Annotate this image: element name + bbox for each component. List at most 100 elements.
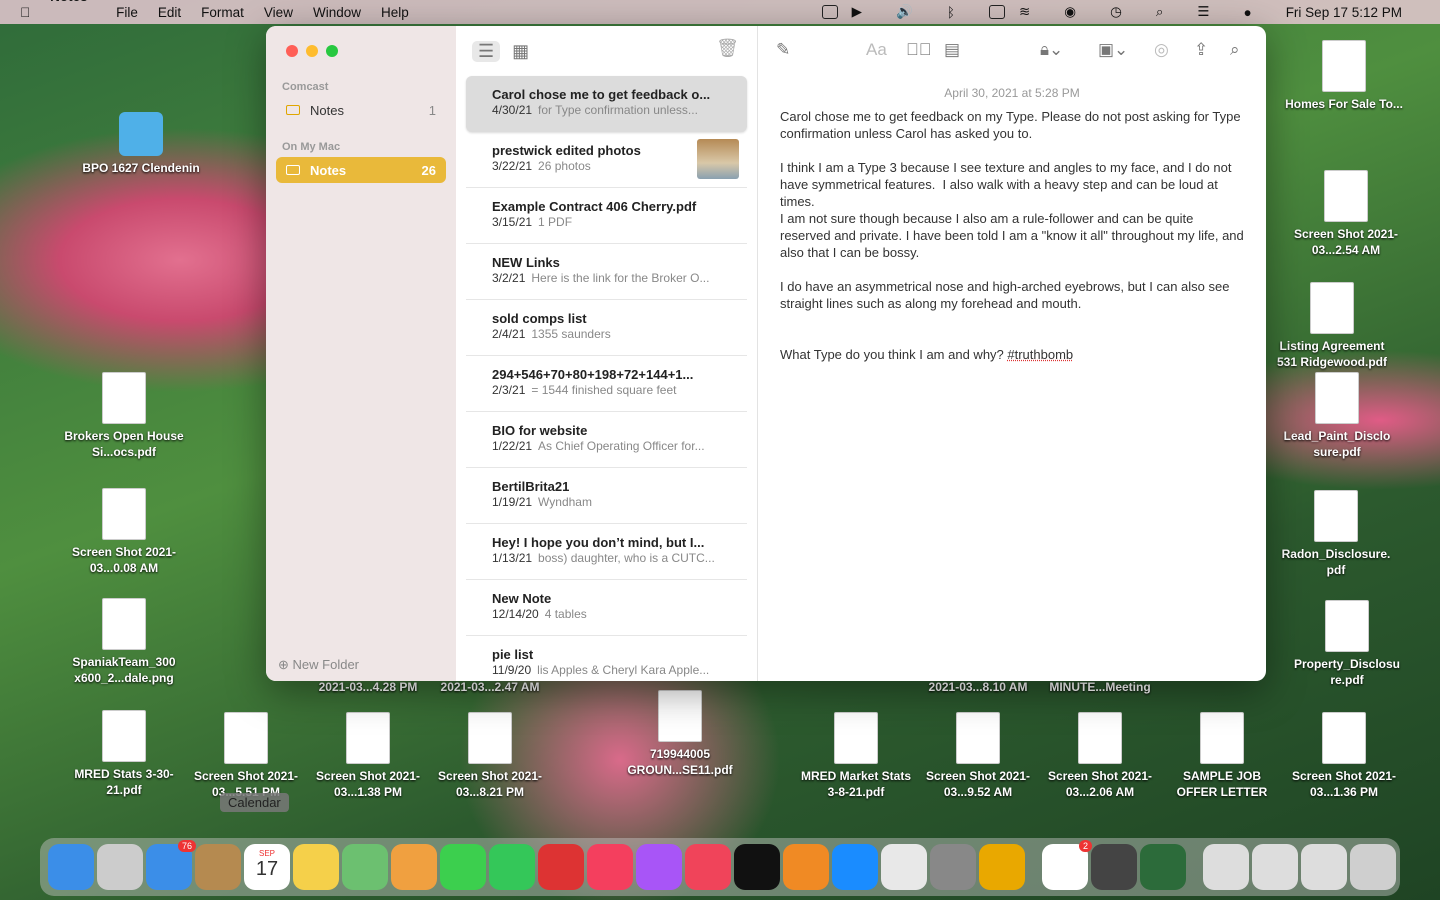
- desktop-file[interactable]: Screen Shot 2021-03...1.36 PM: [1284, 712, 1404, 800]
- maps-icon[interactable]: [342, 844, 388, 890]
- siri-icon[interactable]: ●: [1244, 5, 1252, 20]
- realtor-icon[interactable]: 2: [1042, 840, 1092, 890]
- messages-icon[interactable]: [440, 844, 486, 890]
- desktop-file[interactable]: 2021-03...4.28 PM: [308, 679, 428, 695]
- hashtag[interactable]: #truthbomb: [1007, 347, 1073, 362]
- new-folder-button[interactable]: ⊕ New Folder: [278, 657, 359, 673]
- time-machine-icon[interactable]: ◷: [1110, 4, 1122, 20]
- spotlight-icon[interactable]: ⌕: [1156, 4, 1164, 20]
- photos-icon[interactable]: [391, 844, 437, 890]
- finder-icon[interactable]: [48, 844, 94, 890]
- desktop-file[interactable]: 719944005 GROUN...SE11.pdf: [620, 690, 740, 778]
- note-list-item[interactable]: prestwick edited photos 3/22/21 26 photos: [466, 132, 747, 188]
- desktop-file[interactable]: Screen Shot 2021-03...1.38 PM: [308, 712, 428, 800]
- facetime-icon[interactable]: [489, 844, 535, 890]
- share-icon[interactable]: ⇪: [1194, 40, 1208, 60]
- media-icon[interactable]: ▣⌄: [1098, 40, 1128, 60]
- desktop-file[interactable]: MRED Stats 3-30-21.pdf: [64, 710, 184, 798]
- note-list-item[interactable]: New Note 12/14/20 4 tables: [466, 580, 747, 636]
- window2-icon[interactable]: [1252, 844, 1298, 890]
- calendar-icon[interactable]: SEP 17: [244, 844, 290, 890]
- table-icon[interactable]: ▤: [944, 40, 960, 60]
- collaborate-icon[interactable]: ◎: [1154, 40, 1169, 60]
- desktop-file[interactable]: BPO 1627 Clendenin: [81, 112, 201, 176]
- control-center-icon[interactable]: ☰: [1197, 4, 1209, 20]
- chrome-icon[interactable]: [881, 844, 927, 890]
- apple-menu-icon[interactable]: : [20, 5, 30, 20]
- launchpad-icon[interactable]: [97, 844, 143, 890]
- note-list-item[interactable]: sold comps list 2/4/21 1355 saunders: [466, 300, 747, 356]
- desktop-file[interactable]: Screen Shot 2021-03...2.54 AM: [1286, 170, 1406, 258]
- wifi-icon[interactable]: ≋: [1019, 4, 1030, 20]
- desktop-file[interactable]: MRED Market Stats 3-8-21.pdf: [796, 712, 916, 800]
- trash-icon[interactable]: [1350, 844, 1396, 890]
- desktop-file[interactable]: 2021-03...8.10 AM: [918, 679, 1038, 695]
- battery-icon[interactable]: [988, 5, 1005, 19]
- mail-icon[interactable]: 76: [146, 840, 196, 890]
- menu-view[interactable]: View: [264, 5, 293, 20]
- play-icon[interactable]: ▶: [852, 4, 862, 20]
- note-list-item[interactable]: Example Contract 406 Cherry.pdf 3/15/21 1 …: [466, 188, 747, 244]
- format-icon[interactable]: Aa: [866, 40, 887, 60]
- note-list-item[interactable]: BIO for website 1/22/21 As Chief Operating…: [466, 412, 747, 468]
- books-icon[interactable]: [783, 844, 829, 890]
- zoom-button[interactable]: [326, 45, 338, 57]
- photo-booth-icon[interactable]: [538, 844, 584, 890]
- desktop-file[interactable]: Screen Shot 2021-03...8.21 PM: [430, 712, 550, 800]
- desktop-file[interactable]: Radon_Disclosure. pdf: [1276, 490, 1396, 578]
- desktop-file[interactable]: Homes For Sale To...: [1284, 40, 1404, 112]
- activity-icon[interactable]: [1140, 844, 1186, 890]
- tv-icon[interactable]: [734, 844, 780, 890]
- menu-window[interactable]: Window: [313, 5, 361, 20]
- bluetooth-icon[interactable]: ᛒ: [947, 5, 955, 20]
- lock-icon[interactable]: 🔒︎⌄: [1040, 40, 1063, 60]
- note-list-item[interactable]: pie list 11/9/20 lis Apples & Cheryl Kara …: [466, 636, 747, 681]
- search-icon[interactable]: ⌕: [1230, 40, 1240, 60]
- clock[interactable]: Fri Sep 17 5:12 PM: [1286, 5, 1402, 20]
- note-list-item[interactable]: BertilBrita21 1/19/21 Wyndham: [466, 468, 747, 524]
- contacts-icon[interactable]: [195, 844, 241, 890]
- music-icon[interactable]: [587, 844, 633, 890]
- note-body[interactable]: Carol chose me to get feedback on my Typ…: [758, 100, 1266, 363]
- folder-comcast-notes[interactable]: Notes 1: [276, 97, 446, 123]
- desktop-file[interactable]: 2021-03...2.47 AM: [430, 679, 550, 695]
- desktop-file[interactable]: Screen Shot 2021-03...0.08 AM: [64, 488, 184, 576]
- desktop-file[interactable]: Brokers Open House Si...ocs.pdf: [64, 372, 184, 460]
- desktop-file[interactable]: SAMPLE JOB OFFER LETTER: [1162, 712, 1282, 800]
- menu-help[interactable]: Help: [381, 5, 409, 20]
- user-icon[interactable]: ◉: [1064, 4, 1076, 20]
- desktop-file[interactable]: Screen Shot 2021-03...5.51 PM: [186, 712, 306, 800]
- window1-icon[interactable]: [1203, 844, 1249, 890]
- app-store-icon[interactable]: [832, 844, 878, 890]
- podcasts-icon[interactable]: [636, 844, 682, 890]
- desktop-file[interactable]: Screen Shot 2021-03...9.52 AM: [918, 712, 1038, 800]
- menu-file[interactable]: File: [116, 5, 138, 20]
- desktop-file[interactable]: Lead_Paint_Disclo sure.pdf: [1277, 372, 1397, 460]
- desktop-file[interactable]: MINUTE...Meeting: [1040, 679, 1160, 695]
- gallery-view-icon[interactable]: ▦: [512, 41, 529, 62]
- menu-format[interactable]: Format: [201, 5, 244, 20]
- menu-edit[interactable]: Edit: [158, 5, 181, 20]
- compose-icon[interactable]: ✎: [776, 40, 790, 60]
- minimize-button[interactable]: [306, 45, 318, 57]
- desktop-file[interactable]: Screen Shot 2021-03...2.06 AM: [1040, 712, 1160, 800]
- checklist-icon[interactable]: ✓⃝: [906, 40, 932, 60]
- calculator-icon[interactable]: [1091, 844, 1137, 890]
- system-preferences-icon[interactable]: [930, 844, 976, 890]
- drive-status-icon[interactable]: [821, 5, 838, 19]
- trash-icon[interactable]: 🗑: [716, 38, 739, 59]
- window3-icon[interactable]: [1301, 844, 1347, 890]
- note-list-item[interactable]: Carol chose me to get feedback o... 4/30/…: [466, 76, 747, 132]
- desktop-file[interactable]: Property_Disclosu re.pdf: [1287, 600, 1407, 688]
- note-list-item[interactable]: Hey! I hope you don’t mind, but I... 1/13…: [466, 524, 747, 580]
- desktop-file[interactable]: SpaniakTeam_300 x600_2...dale.png: [64, 598, 184, 686]
- notes-icon[interactable]: [293, 844, 339, 890]
- folder-mac-notes[interactable]: Notes 26: [276, 157, 446, 183]
- note-list-item[interactable]: 294+546+70+80+198+72+144+1... 2/3/21 = 154…: [466, 356, 747, 412]
- news-icon[interactable]: [685, 844, 731, 890]
- volume-icon[interactable]: 🔊: [896, 4, 913, 20]
- stack-icon[interactable]: [979, 844, 1025, 890]
- close-button[interactable]: [286, 45, 298, 57]
- app-menu[interactable]: Notes: [50, 0, 96, 35]
- list-view-icon[interactable]: ☰: [472, 40, 501, 62]
